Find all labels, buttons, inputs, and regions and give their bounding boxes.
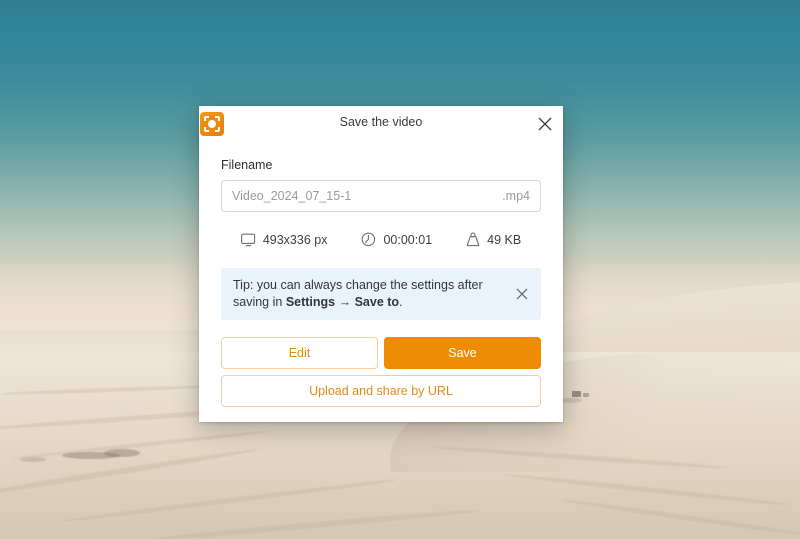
filename-label: Filename: [221, 158, 273, 172]
upload-and-share-button[interactable]: Upload and share by URL: [221, 375, 541, 407]
dialog-body: Filename Video_2024_07_15-1 .mp4 493x336…: [199, 158, 563, 407]
save-button[interactable]: Save: [384, 337, 541, 369]
desktop-screen: Save the video Filename Video_2024_07_15…: [0, 0, 800, 539]
metadata-duration-text: 00:00:01: [383, 232, 433, 247]
save-video-dialog: Save the video Filename Video_2024_07_15…: [199, 106, 563, 422]
edit-button[interactable]: Edit: [221, 337, 378, 369]
filename-extension: .mp4: [502, 189, 530, 203]
sand-debris: [104, 449, 140, 457]
tip-arrow: →: [335, 295, 355, 309]
tip-text: Tip: you can always change the settings …: [233, 277, 497, 311]
monitor-icon: [240, 233, 256, 247]
metadata-filesize-text: 49 KB: [487, 232, 522, 247]
tip-close-icon[interactable]: [511, 283, 533, 305]
metadata-dimensions: 493x336 px: [240, 232, 328, 247]
sand-debris: [560, 398, 582, 403]
close-icon[interactable]: [530, 109, 560, 139]
distant-vehicle: [583, 393, 589, 397]
tip-bold-save-to: Save to: [354, 295, 400, 309]
sand-debris: [20, 457, 46, 462]
filename-value: Video_2024_07_15-1: [232, 189, 352, 203]
clock-icon: [361, 232, 376, 247]
dialog-titlebar: Save the video: [199, 106, 563, 141]
file-metadata-row: 493x336 px 00:00:01 49 KB: [221, 232, 541, 247]
tip-suffix: .: [399, 295, 403, 309]
distant-vehicle: [572, 391, 581, 397]
metadata-dimensions-text: 493x336 px: [262, 232, 328, 247]
dialog-title: Save the video: [339, 115, 423, 129]
weight-icon: [466, 232, 480, 247]
tip-banner: Tip: you can always change the settings …: [221, 268, 541, 320]
metadata-filesize: 49 KB: [466, 232, 521, 247]
filename-input[interactable]: Video_2024_07_15-1 .mp4: [221, 180, 541, 212]
metadata-duration: 00:00:01: [361, 232, 432, 247]
primary-button-row: Edit Save: [221, 337, 541, 369]
tip-bold-settings: Settings: [285, 295, 336, 309]
